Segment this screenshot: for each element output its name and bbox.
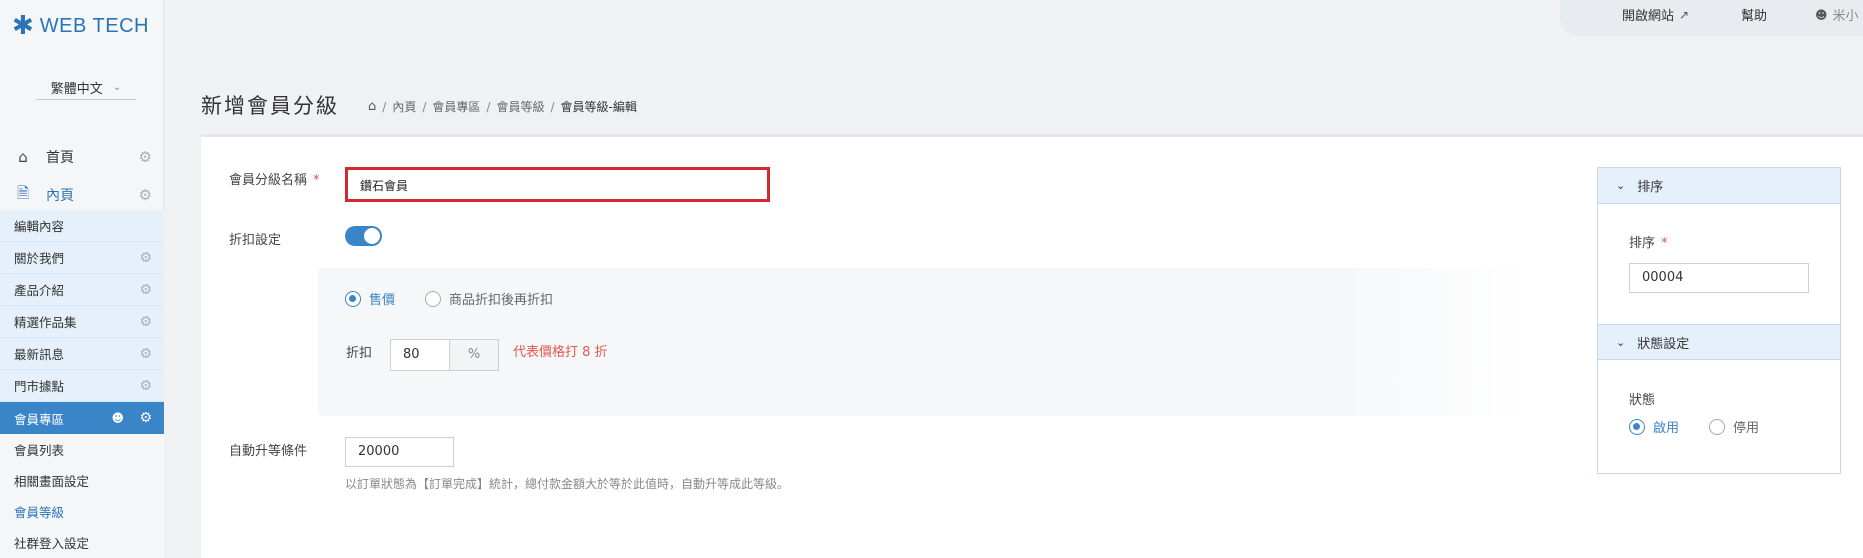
radio-after-label: 商品折扣後再折扣 bbox=[449, 293, 554, 308]
gear-icon[interactable]: ⚙ bbox=[139, 346, 152, 362]
chevron-down-icon: ⌄ bbox=[112, 82, 122, 93]
help-label: 幫助 bbox=[1741, 9, 1768, 24]
page-title: 新增會員分級 bbox=[201, 94, 339, 118]
radio-status-off[interactable]: 停用 bbox=[1709, 417, 1759, 436]
nav-home-label: 首頁 bbox=[46, 150, 74, 166]
name-label: 會員分級名稱 * bbox=[229, 173, 320, 188]
discount-field-label: 折扣 bbox=[346, 346, 373, 361]
open-site-link[interactable]: 開啟網站 ↗ bbox=[1622, 5, 1690, 25]
sidebar-item-label: 相關畫面設定 bbox=[14, 474, 90, 489]
sidebar-item-related-settings[interactable]: 相關畫面設定 bbox=[0, 465, 164, 496]
radio-checked-icon bbox=[1629, 418, 1645, 435]
gear-icon[interactable]: ⚙ bbox=[139, 186, 152, 204]
gear-icon[interactable]: ⚙ bbox=[139, 282, 152, 298]
breadcrumb: ⌂ / 內頁 / 會員專區 / 會員等級 / 會員等級-編輯 bbox=[368, 98, 637, 115]
sidebar-item-edit-content[interactable]: 編輯內容 bbox=[0, 210, 164, 242]
gear-icon[interactable]: ⚙ bbox=[139, 250, 152, 266]
home-icon: ⌂ bbox=[18, 148, 28, 166]
sort-section-header[interactable]: ⌄ 排序 bbox=[1598, 168, 1840, 204]
sidebar-item-member-list[interactable]: 會員列表 bbox=[0, 434, 164, 465]
user-icon[interactable]: ☻ bbox=[111, 411, 124, 425]
gear-icon[interactable]: ⚙ bbox=[139, 378, 152, 394]
status-on-label: 啟用 bbox=[1653, 421, 1680, 436]
logo[interactable]: ✱ WEB TECH bbox=[12, 11, 149, 41]
breadcrumb-item[interactable]: 會員等級 bbox=[496, 98, 544, 115]
user-icon: ☻ bbox=[1815, 7, 1828, 22]
breadcrumb-item[interactable]: 內頁 bbox=[392, 98, 416, 115]
sidebar-item-label: 產品介紹 bbox=[14, 283, 65, 298]
open-site-label: 開啟網站 bbox=[1622, 9, 1675, 24]
sidebar-item-label: 精選作品集 bbox=[14, 315, 77, 330]
discount-input[interactable]: 80 bbox=[390, 339, 450, 371]
upgrade-hint: 以訂單狀態為【訂單完成】統計，總付款金額大於等於此值時，自動升等成此等級。 bbox=[345, 477, 790, 491]
nav-inner-label: 內頁 bbox=[46, 188, 74, 204]
gear-icon[interactable]: ⚙ bbox=[139, 314, 152, 330]
radio-status-on[interactable]: 啟用 bbox=[1629, 417, 1679, 436]
sidebar-item-label: 會員等級 bbox=[14, 505, 65, 520]
chevron-down-icon: ⌄ bbox=[1616, 335, 1626, 349]
language-select[interactable]: 繁體中文 ⌄ bbox=[36, 76, 136, 100]
status-header-label: 狀態設定 bbox=[1637, 336, 1690, 352]
logo-mark-icon: ✱ bbox=[12, 11, 34, 41]
topbar: 開啟網站 ↗ 幫助 ☻ 米小 bbox=[1560, 0, 1863, 36]
breadcrumb-item[interactable]: 會員專區 bbox=[432, 98, 480, 115]
gear-icon[interactable]: ⚙ bbox=[139, 410, 152, 426]
sort-label: 排序 * bbox=[1629, 236, 1668, 251]
gear-icon[interactable]: ⚙ bbox=[139, 148, 152, 166]
sidebar-item-products[interactable]: 產品介紹 ⚙ bbox=[0, 274, 164, 306]
radio-price-label: 售價 bbox=[369, 293, 396, 308]
discount-label: 折扣設定 bbox=[229, 233, 282, 248]
sidebar-item-label: 會員專區 bbox=[14, 411, 65, 427]
status-label: 狀態 bbox=[1629, 393, 1656, 408]
required-mark: * bbox=[1661, 236, 1668, 251]
discount-toggle[interactable] bbox=[345, 226, 382, 246]
discount-hint: 代表價格打 8 折 bbox=[513, 345, 608, 360]
discount-unit: % bbox=[450, 339, 499, 371]
help-link[interactable]: 幫助 bbox=[1741, 5, 1767, 24]
home-icon[interactable]: ⌂ bbox=[368, 99, 376, 114]
radio-price[interactable]: 售價 bbox=[345, 289, 395, 308]
sidebar-item-label: 最新訊息 bbox=[14, 347, 65, 362]
user-name: 米小 bbox=[1832, 9, 1859, 24]
required-mark: * bbox=[313, 173, 320, 188]
sidebar-item-label: 編輯內容 bbox=[14, 219, 65, 234]
toggle-knob bbox=[364, 228, 380, 244]
chevron-down-icon: ⌄ bbox=[1616, 179, 1626, 192]
sidebar: ✱ WEB TECH 繁體中文 ⌄ ⌂ 首頁 ⚙ 🗎 內頁 ⚙ 編輯內容 關於我… bbox=[0, 0, 164, 558]
sidebar-item-stores[interactable]: 門市據點 ⚙ bbox=[0, 370, 164, 402]
upgrade-label: 自動升等條件 bbox=[229, 444, 308, 459]
nav-home[interactable]: ⌂ 首頁 ⚙ bbox=[0, 138, 164, 176]
sidebar-item-label: 門市據點 bbox=[14, 379, 65, 394]
sort-input[interactable]: 00004 bbox=[1629, 263, 1809, 293]
radio-unchecked-icon bbox=[425, 290, 441, 307]
radio-unchecked-icon bbox=[1709, 418, 1725, 435]
document-icon: 🗎 bbox=[16, 183, 30, 202]
sidebar-item-label: 會員列表 bbox=[14, 443, 65, 458]
logo-text: WEB TECH bbox=[39, 14, 149, 37]
member-level-name-input[interactable]: 鑽石會員 bbox=[345, 167, 770, 202]
sidebar-item-news[interactable]: 最新訊息 ⚙ bbox=[0, 338, 164, 370]
status-off-label: 停用 bbox=[1733, 421, 1760, 436]
radio-checked-icon bbox=[345, 290, 361, 307]
language-selected: 繁體中文 bbox=[50, 82, 103, 97]
sidebar-item-about[interactable]: 關於我們 ⚙ bbox=[0, 242, 164, 274]
user-menu[interactable]: ☻ 米小 bbox=[1815, 5, 1859, 25]
sort-header-label: 排序 bbox=[1637, 180, 1664, 195]
sidebar-item-member-level[interactable]: 會員等級 bbox=[0, 496, 164, 527]
breadcrumb-current: 會員等級-編輯 bbox=[560, 100, 637, 114]
external-link-icon: ↗ bbox=[1679, 7, 1690, 22]
sidebar-item-portfolio[interactable]: 精選作品集 ⚙ bbox=[0, 306, 164, 338]
radio-after-discount[interactable]: 商品折扣後再折扣 bbox=[425, 289, 553, 308]
status-section-header[interactable]: ⌄ 狀態設定 bbox=[1598, 324, 1840, 360]
sidebar-item-label: 社群登入設定 bbox=[14, 536, 90, 551]
sidebar-item-social-login[interactable]: 社群登入設定 bbox=[0, 527, 164, 558]
sidebar-item-member-area[interactable]: 會員專區 ☻ ⚙ bbox=[0, 402, 164, 434]
nav-inner[interactable]: 🗎 內頁 ⚙ bbox=[0, 176, 164, 214]
sidebar-item-label: 關於我們 bbox=[14, 251, 65, 266]
right-panel: ⌄ 排序 排序 * 00004 ⌄ 狀態設定 狀態 啟用 停用 bbox=[1597, 167, 1841, 474]
upgrade-input[interactable]: 20000 bbox=[345, 437, 454, 467]
